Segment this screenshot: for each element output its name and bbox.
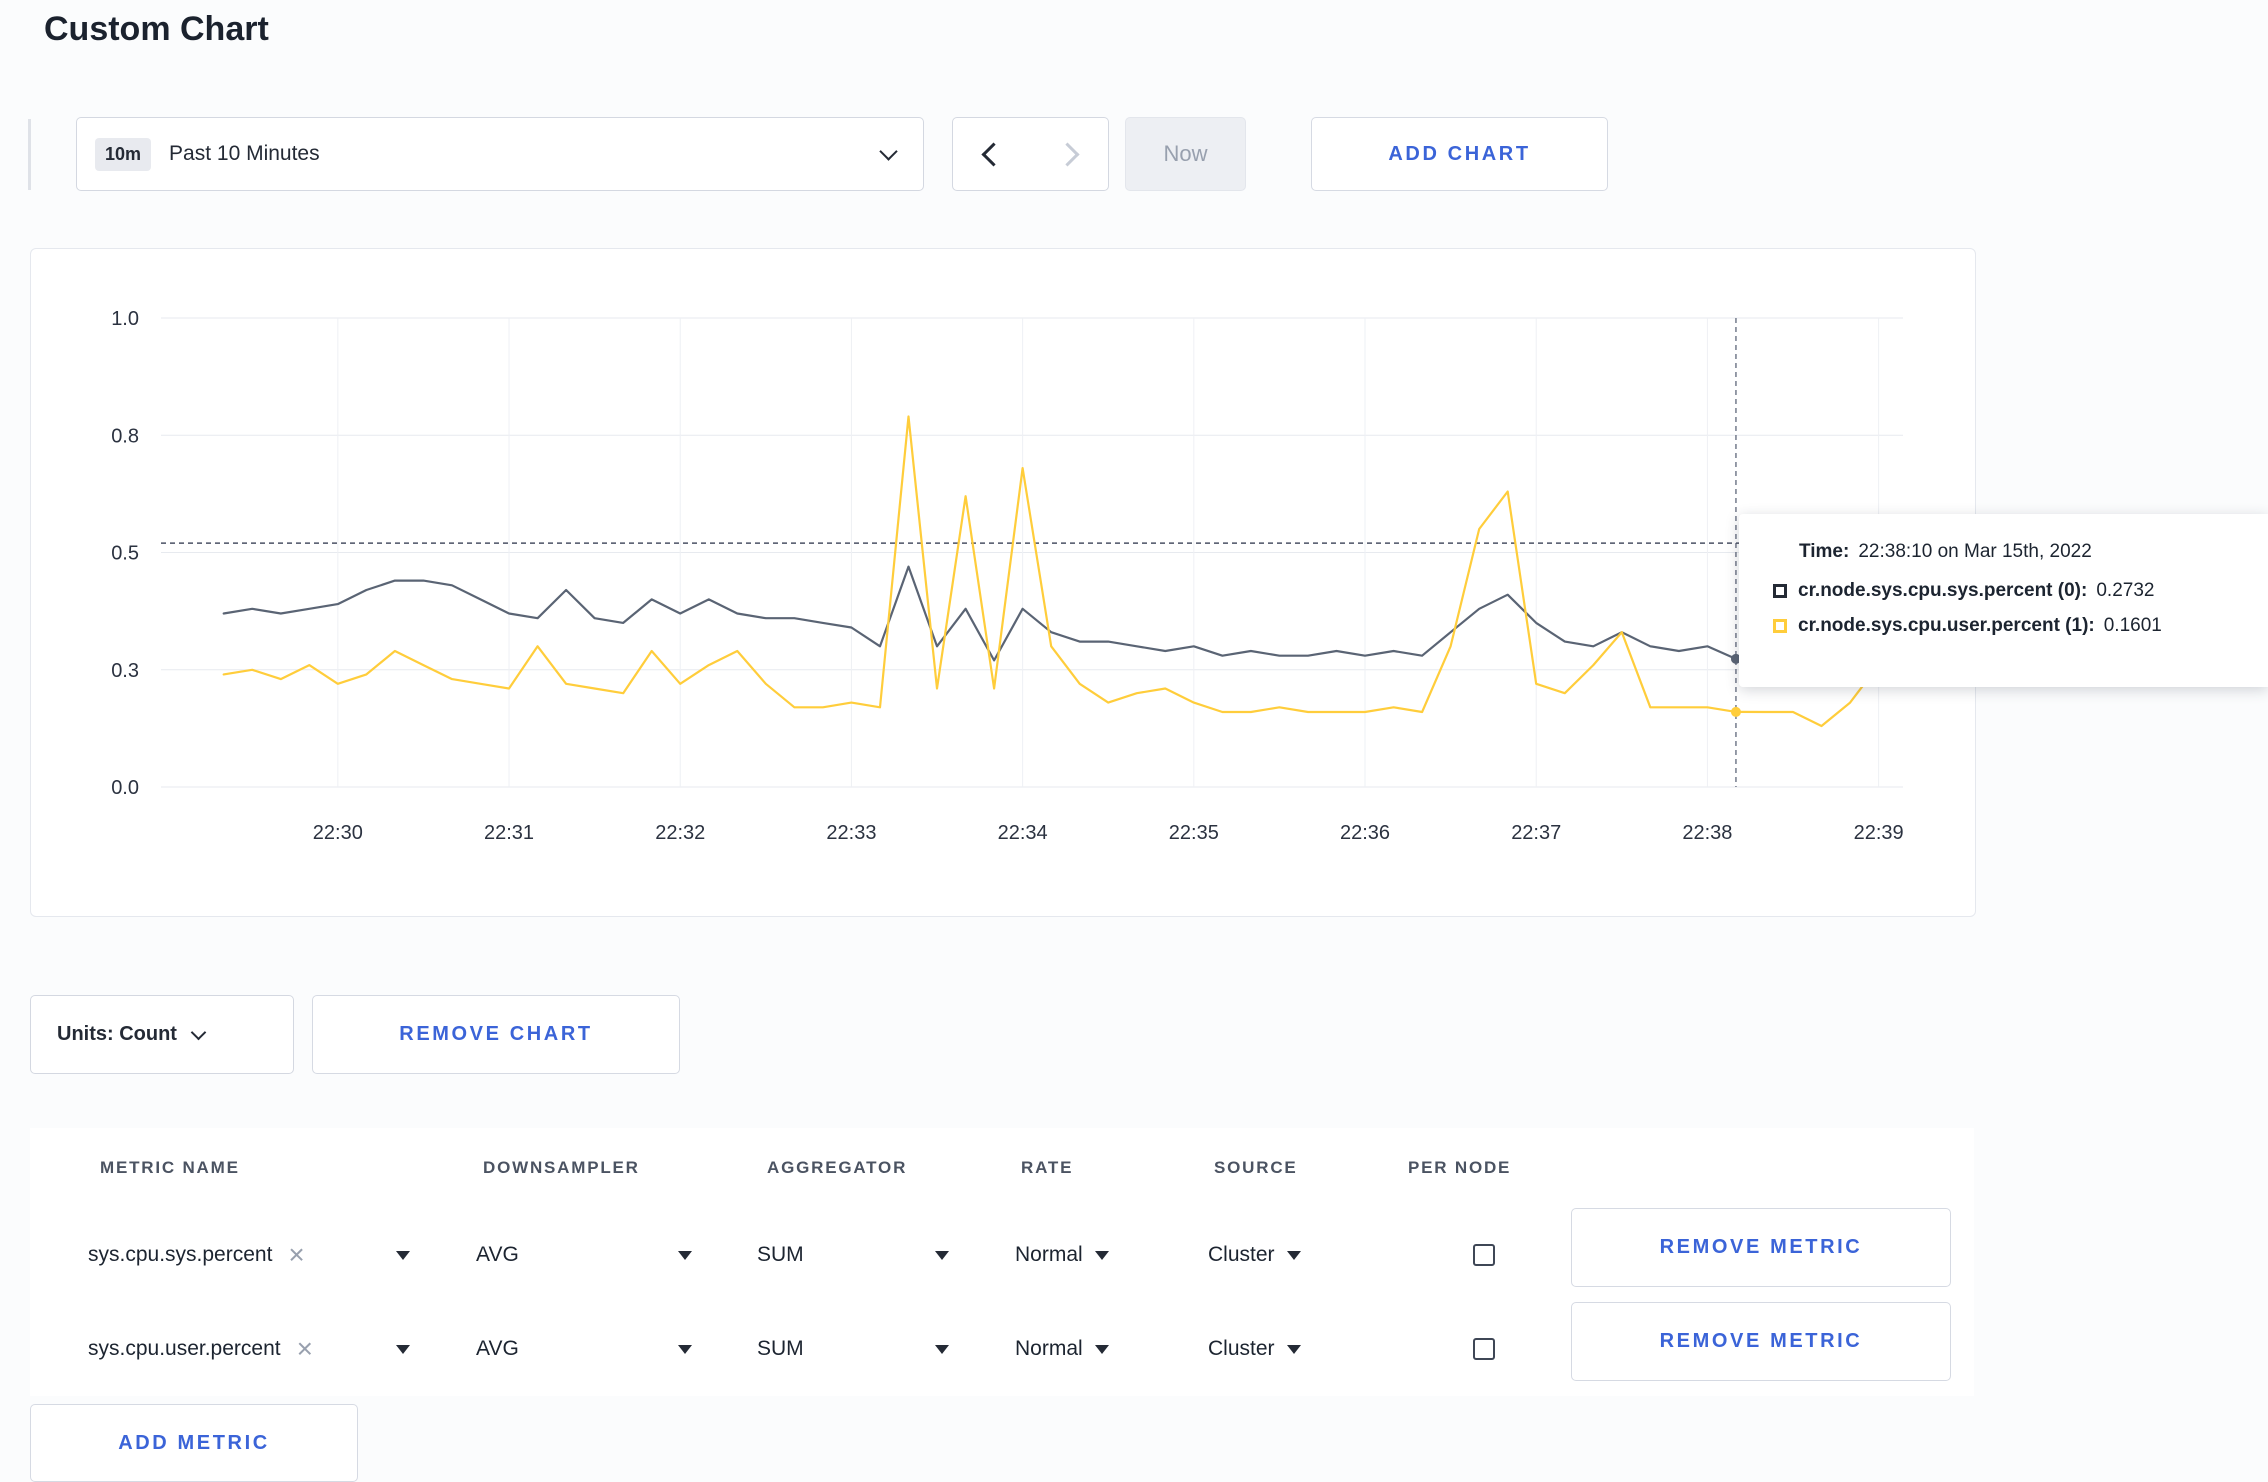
next-timewindow-button[interactable] <box>1030 117 1109 191</box>
triangle-down-icon <box>396 1250 410 1260</box>
chart-card[interactable]: 0.0 0.3 0.5 0.8 1.0 22:30 22:31 22:32 22:33 22:34… <box>30 248 1976 917</box>
tooltip-entry-value: 0.2732 <box>2096 580 2155 601</box>
col-header-downsampler: DOWNSAMPLER <box>483 1158 640 1177</box>
table-row: sys.cpu.user.percent × AVG SUM Normal Cl… <box>30 1302 1974 1396</box>
time-range-select[interactable]: 10m Past 10 Minutes <box>76 117 924 191</box>
svg-text:22:36: 22:36 <box>1340 822 1390 844</box>
svg-text:0.8: 0.8 <box>111 425 139 447</box>
downsampler-select[interactable]: AVG <box>476 1208 692 1302</box>
triangle-down-icon <box>935 1344 949 1354</box>
tooltip-time-value: 22:38:10 on Mar 15th, 2022 <box>1858 541 2092 562</box>
svg-text:1.0: 1.0 <box>111 308 139 330</box>
chart-tooltip: Time: 22:38:10 on Mar 15th, 2022 cr.node.… <box>1739 514 2268 687</box>
svg-text:22:31: 22:31 <box>484 822 534 844</box>
tooltip-entry-value: 0.1601 <box>2103 615 2162 636</box>
aggregator-select[interactable]: SUM <box>757 1302 949 1396</box>
tooltip-time: Time: 22:38:10 on Mar 15th, 2022 <box>1799 541 2248 563</box>
svg-text:22:37: 22:37 <box>1511 822 1561 844</box>
aggregator-value: SUM <box>757 1243 804 1266</box>
metric-name-select[interactable]: sys.cpu.user.percent × <box>88 1302 410 1396</box>
series-swatch-user-icon <box>1773 619 1787 633</box>
downsampler-value: AVG <box>476 1243 519 1266</box>
rate-value: Normal <box>1015 1243 1083 1266</box>
metric-name-label: sys.cpu.sys.percent <box>88 1243 273 1266</box>
col-header-metric-name: METRIC NAME <box>100 1158 240 1177</box>
prev-timewindow-button[interactable] <box>952 117 1031 191</box>
svg-text:22:39: 22:39 <box>1854 822 1904 844</box>
rate-select[interactable]: Normal <box>1015 1208 1109 1302</box>
downsampler-select[interactable]: AVG <box>476 1302 692 1396</box>
series-swatch-sys-icon <box>1773 584 1787 598</box>
col-header-per-node: PER NODE <box>1408 1158 1512 1177</box>
remove-metric-button[interactable]: REMOVE METRIC <box>1571 1302 1951 1381</box>
section-tick <box>28 119 31 190</box>
source-value: Cluster <box>1208 1337 1275 1360</box>
chevron-left-icon <box>981 141 1006 167</box>
tooltip-entry: cr.node.sys.cpu.sys.percent (0): 0.2732 <box>1773 580 2248 602</box>
aggregator-value: SUM <box>757 1337 804 1360</box>
col-header-source: SOURCE <box>1214 1158 1298 1177</box>
table-row: sys.cpu.sys.percent × AVG SUM Normal Clu… <box>30 1208 1974 1302</box>
now-button[interactable]: Now <box>1125 117 1246 191</box>
svg-text:22:32: 22:32 <box>655 822 705 844</box>
svg-text:22:33: 22:33 <box>826 822 876 844</box>
svg-text:22:38: 22:38 <box>1682 822 1732 844</box>
source-value: Cluster <box>1208 1243 1275 1266</box>
rate-select[interactable]: Normal <box>1015 1302 1109 1396</box>
source-select[interactable]: Cluster <box>1208 1208 1301 1302</box>
time-range-label: Past 10 Minutes <box>169 142 320 165</box>
triangle-down-icon <box>1286 1344 1301 1354</box>
triangle-down-icon <box>678 1344 692 1354</box>
triangle-down-icon <box>1094 1250 1109 1260</box>
triangle-down-icon <box>1094 1344 1109 1354</box>
page-title: Custom Chart <box>44 10 269 48</box>
triangle-down-icon <box>678 1250 692 1260</box>
tooltip-entry-label: cr.node.sys.cpu.sys.percent (0): <box>1798 580 2088 601</box>
clear-metric-icon[interactable]: × <box>288 1241 304 1269</box>
svg-text:22:35: 22:35 <box>1169 822 1219 844</box>
svg-text:0.5: 0.5 <box>111 543 139 565</box>
tooltip-time-label: Time: <box>1799 541 1850 562</box>
metrics-table: METRIC NAME DOWNSAMPLER AGGREGATOR RATE … <box>30 1128 1974 1396</box>
triangle-down-icon <box>396 1344 410 1354</box>
per-node-checkbox[interactable] <box>1473 1244 1495 1266</box>
svg-text:22:34: 22:34 <box>998 822 1048 844</box>
per-node-checkbox[interactable] <box>1473 1338 1495 1360</box>
svg-text:0.3: 0.3 <box>111 660 139 682</box>
add-metric-button[interactable]: ADD METRIC <box>30 1404 358 1482</box>
metric-name-label: sys.cpu.user.percent <box>88 1337 281 1360</box>
downsampler-value: AVG <box>476 1337 519 1360</box>
units-select[interactable]: Units: Count <box>30 995 294 1074</box>
triangle-down-icon <box>935 1250 949 1260</box>
remove-chart-button[interactable]: REMOVE CHART <box>312 995 680 1074</box>
add-chart-button[interactable]: ADD CHART <box>1311 117 1608 191</box>
chevron-down-icon <box>190 1024 207 1041</box>
triangle-down-icon <box>1286 1250 1301 1260</box>
units-label: Units: Count <box>57 1023 177 1045</box>
svg-text:22:30: 22:30 <box>313 822 363 844</box>
clear-metric-icon[interactable]: × <box>297 1335 313 1363</box>
chevron-down-icon <box>879 141 898 161</box>
metric-name-select[interactable]: sys.cpu.sys.percent × <box>88 1208 410 1302</box>
source-select[interactable]: Cluster <box>1208 1302 1301 1396</box>
tooltip-entry: cr.node.sys.cpu.user.percent (1): 0.1601 <box>1773 615 2248 637</box>
rate-value: Normal <box>1015 1337 1083 1360</box>
col-header-aggregator: AGGREGATOR <box>767 1158 908 1177</box>
remove-metric-button[interactable]: REMOVE METRIC <box>1571 1208 1951 1287</box>
time-range-badge: 10m <box>95 137 152 171</box>
svg-text:0.0: 0.0 <box>111 777 139 799</box>
chevron-right-icon <box>1054 141 1080 167</box>
col-header-rate: RATE <box>1021 1158 1074 1177</box>
line-chart[interactable]: 0.0 0.3 0.5 0.8 1.0 22:30 22:31 22:32 22:33 22:34… <box>31 249 1975 914</box>
tooltip-entry-label: cr.node.sys.cpu.user.percent (1): <box>1798 615 2095 636</box>
aggregator-select[interactable]: SUM <box>757 1208 949 1302</box>
custom-chart-page: Custom Chart 10m Past 10 Minutes Now ADD… <box>0 0 2268 1482</box>
